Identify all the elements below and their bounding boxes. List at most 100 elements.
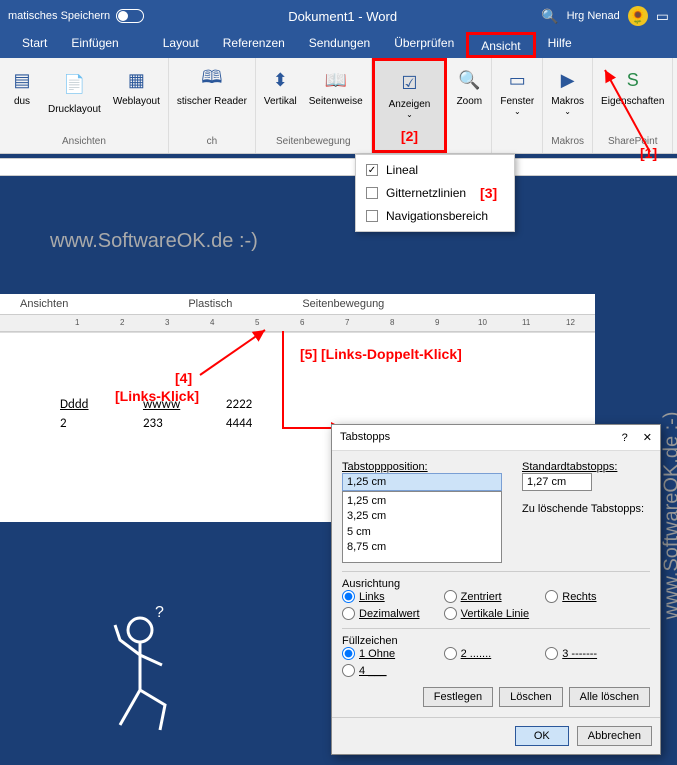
ribbon-item-drucklayout[interactable]: 📄Drucklayout: [42, 62, 107, 119]
reader-icon: 🕮: [198, 66, 226, 94]
group-label: ch: [207, 134, 218, 149]
tab-ansicht[interactable]: Ansicht: [466, 32, 535, 58]
tab-hilfe[interactable]: Hilfe: [536, 32, 584, 58]
default-tabstop-input[interactable]: [522, 473, 592, 491]
menu-item-gitternetzlinien[interactable]: Gitternetzlinien [3]: [356, 181, 514, 205]
ribbon-item-weblayout[interactable]: ▦Weblayout: [107, 62, 166, 111]
btn-abbrechen[interactable]: Abbrechen: [577, 726, 652, 746]
radio-fill-4[interactable]: 4 ___: [342, 664, 444, 677]
btn-festlegen[interactable]: Festlegen: [423, 687, 493, 707]
tab-start[interactable]: Start: [10, 32, 59, 58]
tabstop-position-input[interactable]: [342, 473, 502, 491]
ribbon-item-anzeigen[interactable]: ☑Anzeigen⌄: [383, 65, 437, 123]
ribbon-item-makros[interactable]: ▶Makros⌄: [545, 62, 590, 120]
tab-layout[interactable]: Layout: [151, 32, 211, 58]
tab-einfuegen[interactable]: Einfügen: [59, 32, 130, 58]
watermark-text: www.SoftwareOK.de :-): [50, 230, 258, 253]
annotation-3: [3]: [480, 185, 497, 201]
macros-icon: ▶: [554, 66, 582, 94]
avatar-icon[interactable]: 🌻: [628, 6, 648, 26]
document-title: Dokument1 - Word: [144, 9, 541, 24]
ribbon-item-reader[interactable]: 🕮stischer Reader: [171, 62, 253, 111]
dialog-controls: ? ✕: [622, 431, 652, 444]
watermark-vertical: www.SoftwareOK.de :-): [661, 412, 677, 620]
user-area: 🔍 Hrg Nenad 🌻 ▭: [541, 6, 669, 26]
section-fill-label: Füllzeichen: [342, 635, 650, 647]
list-item[interactable]: 5 cm: [347, 525, 497, 540]
page-icon: 📖: [322, 66, 350, 94]
arrow-1: [590, 62, 670, 162]
list-item[interactable]: 1,25 cm: [347, 494, 497, 509]
group-label: Seitenbewegung: [276, 134, 351, 149]
label-pos: Tabstoppposition:: [342, 461, 502, 473]
section-align-label: Ausrichtung: [342, 578, 650, 590]
checkbox-icon[interactable]: [366, 210, 378, 222]
title-bar: matisches Speichern Dokument1 - Word 🔍 H…: [0, 0, 677, 32]
vertical-icon: ⬍: [266, 66, 294, 94]
group-label: Makros: [551, 134, 584, 149]
checkbox-icon[interactable]: ✓: [366, 164, 378, 176]
help-icon[interactable]: ?: [622, 432, 628, 444]
ribbon-item-vertikal[interactable]: ⬍Vertikal: [258, 62, 303, 111]
ribbon-item-seitenweise[interactable]: 📖Seitenweise: [303, 62, 369, 111]
ribbon: ▤dus 📄Drucklayout ▦Weblayout Ansichten 🕮…: [0, 58, 677, 154]
sec2-tab-seitenbewegung[interactable]: Seitenbewegung: [282, 294, 404, 314]
autosave-toggle[interactable]: matisches Speichern: [8, 9, 144, 23]
stick-figure-icon: ?: [90, 605, 210, 745]
ribbon-group-makros: ▶Makros⌄ Makros: [543, 58, 593, 153]
autosave-label: matisches Speichern: [8, 10, 110, 22]
radio-fill-3[interactable]: 3 -------: [545, 647, 647, 660]
print-layout-icon: 📄: [56, 66, 92, 102]
search-icon[interactable]: 🔍: [541, 8, 558, 25]
ribbon-tabs: Start Einfügen Layout Referenzen Sendung…: [0, 32, 677, 58]
sec2-tab-plastisch[interactable]: Plastisch: [168, 294, 252, 314]
group-label: Ansichten: [62, 134, 106, 149]
radio-vertikal[interactable]: Vertikale Linie: [444, 607, 546, 620]
web-layout-icon: ▦: [122, 66, 150, 94]
ribbon-group-zoom: 🔍Zoom: [447, 58, 492, 153]
list-item[interactable]: 3,25 cm: [347, 509, 497, 524]
ribbon-group-seitenbewegung: ⬍Vertikal 📖Seitenweise Seitenbewegung: [256, 58, 372, 153]
toggle-switch[interactable]: [116, 9, 144, 23]
ruler-top[interactable]: [0, 158, 677, 176]
anzeigen-dropdown: ✓ Lineal Gitternetzlinien [3] Navigation…: [355, 154, 515, 232]
tab-ueberpruefen[interactable]: Überprüfen: [382, 32, 466, 58]
ribbon-item-fenster[interactable]: ▭Fenster⌄: [494, 62, 540, 120]
tab-sendungen[interactable]: Sendungen: [297, 32, 382, 58]
radio-fill-2[interactable]: 2 .......: [444, 647, 546, 660]
ribbon-item-modus[interactable]: ▤dus: [2, 62, 42, 111]
checkbox-icon[interactable]: [366, 187, 378, 199]
dialog-title: Tabstopps: [340, 431, 390, 444]
menu-item-lineal[interactable]: ✓ Lineal: [356, 159, 514, 181]
show-icon: ☑: [395, 69, 423, 97]
user-name[interactable]: Hrg Nenad: [567, 10, 620, 22]
btn-alle-loeschen[interactable]: Alle löschen: [569, 687, 650, 707]
read-mode-icon: ▤: [8, 66, 36, 94]
window-icon: ▭: [503, 66, 531, 94]
radio-zentriert[interactable]: Zentriert: [444, 590, 546, 603]
svg-text:?: ?: [155, 605, 164, 621]
close-icon[interactable]: ✕: [643, 432, 652, 444]
annotation-2: [2]: [401, 126, 418, 146]
btn-loeschen[interactable]: Löschen: [499, 687, 563, 707]
dialog-titlebar: Tabstopps ? ✕: [332, 425, 660, 451]
ribbon-group-plastisch: 🕮stischer Reader ch: [169, 58, 256, 153]
radio-rechts[interactable]: Rechts: [545, 590, 647, 603]
list-item[interactable]: 8,75 cm: [347, 540, 497, 555]
radio-fill-1[interactable]: 1 Ohne: [342, 647, 444, 660]
menu-item-navigation[interactable]: Navigationsbereich: [356, 205, 514, 227]
tab-referenzen[interactable]: Referenzen: [211, 32, 297, 58]
ribbon-group-ansichten: ▤dus 📄Drucklayout ▦Weblayout Ansichten: [0, 58, 169, 153]
ribbon-group-fenster: ▭Fenster⌄: [492, 58, 543, 153]
radio-links[interactable]: Links: [342, 590, 444, 603]
radio-dezimal[interactable]: Dezimalwert: [342, 607, 444, 620]
arrow-5: [278, 328, 398, 438]
sec2-tab-ansichten[interactable]: Ansichten: [0, 294, 88, 314]
ribbon-item-zoom[interactable]: 🔍Zoom: [449, 62, 489, 111]
tabstop-list[interactable]: 1,25 cm 3,25 cm 5 cm 8,75 cm: [342, 491, 502, 563]
label-std: Standardtabstopps:: [522, 461, 650, 473]
zoom-icon: 🔍: [455, 66, 483, 94]
window-controls-icon[interactable]: ▭: [656, 8, 669, 25]
label-delete: Zu löschende Tabstopps:: [522, 503, 650, 515]
btn-ok[interactable]: OK: [515, 726, 569, 746]
